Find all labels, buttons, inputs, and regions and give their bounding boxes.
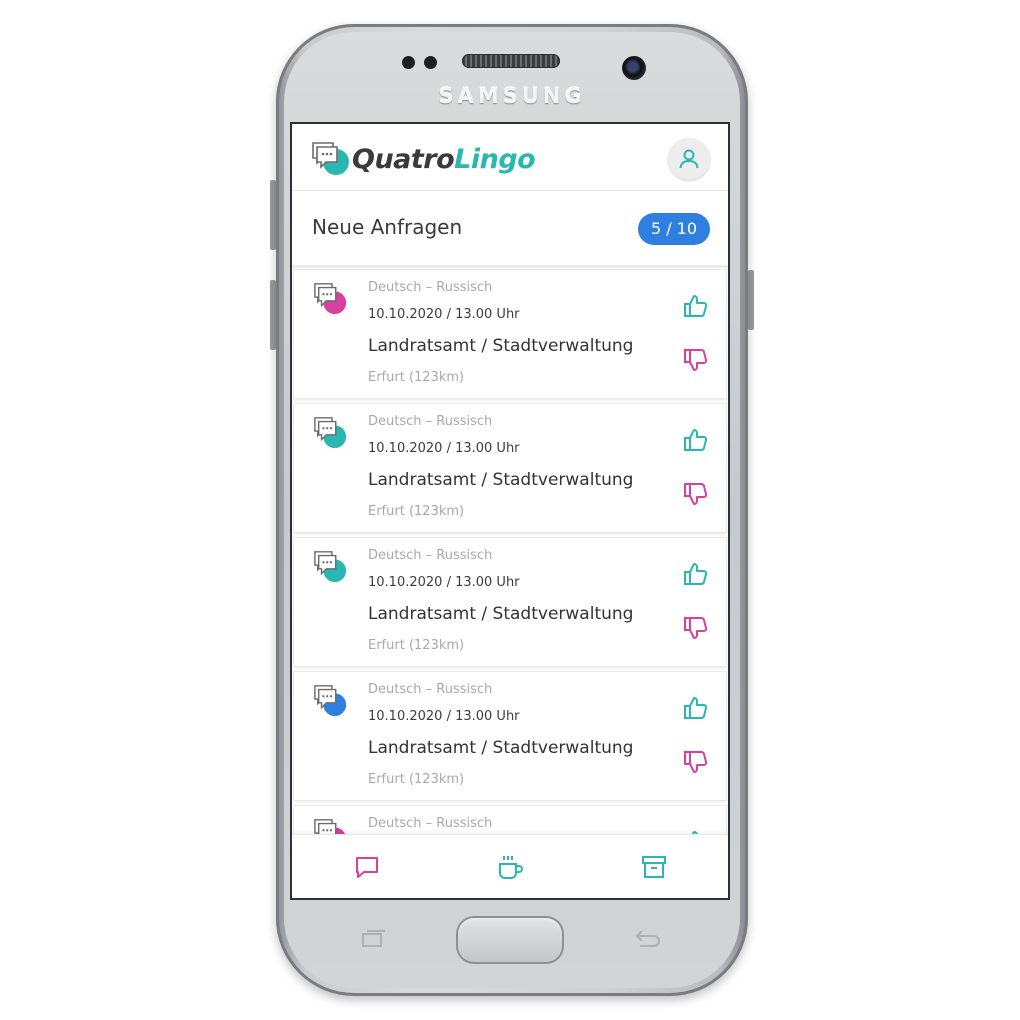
device-brand: SAMSUNG: [438, 84, 586, 108]
power-button: [748, 270, 754, 330]
request-place: Landratsamt / Stadtverwaltung: [368, 470, 634, 490]
request-city: Erfurt (123km): [368, 638, 465, 653]
thumbs-up-icon[interactable]: [682, 292, 710, 320]
request-datetime: 10.10.2020 / 13.00 Uhr: [368, 709, 520, 724]
request-type-icon: [314, 417, 347, 449]
request-datetime: 10.10.2020 / 13.00 Uhr: [368, 575, 520, 590]
request-city: Erfurt (123km): [368, 504, 465, 519]
request-place: Landratsamt / Stadtverwaltung: [368, 336, 634, 356]
user-icon: [679, 149, 699, 169]
request-type-icon: [314, 283, 347, 315]
thumbs-down-icon[interactable]: [682, 614, 710, 642]
request-languages: Deutsch – Russisch: [368, 816, 493, 831]
app-screen: QuatroLingo Neue Anfragen 5 / 10 Deutsch…: [292, 124, 728, 898]
request-city: Erfurt (123km): [368, 772, 465, 787]
request-card[interactable]: Deutsch – Russisch 10.10.2020 / 13.00 Uhr…: [294, 538, 726, 666]
request-languages: Deutsch – Russisch: [368, 682, 493, 697]
request-type-icon: [314, 551, 347, 583]
quatrolingo-logo-icon: [312, 142, 349, 175]
logo-part-2: Lingo: [454, 144, 536, 175]
archive-box-icon[interactable]: [640, 853, 668, 881]
request-type-icon: [314, 685, 347, 717]
request-place: Landratsamt / Stadtverwaltung: [368, 738, 634, 758]
app-logo-text: QuatroLingo: [352, 144, 536, 175]
request-card[interactable]: Deutsch – Russisch 10.10.2020 / 13.00 Uhr…: [294, 270, 726, 398]
request-card[interactable]: Deutsch – Russisch 10.10.2020 / 13.00 Uhr…: [294, 404, 726, 532]
earpiece-speaker: [462, 54, 560, 68]
request-card[interactable]: Deutsch – Russisch 10.10.2020 / 13.00 Uhr…: [294, 672, 726, 800]
recent-apps-key-icon[interactable]: [360, 930, 386, 954]
bottom-navigation: [292, 834, 728, 898]
logo-part-1: Quatro: [352, 144, 455, 175]
thumbs-down-icon[interactable]: [682, 346, 710, 374]
thumbs-up-icon[interactable]: [682, 426, 710, 454]
front-camera: [622, 56, 646, 80]
request-counter-badge: 5 / 10: [638, 213, 710, 245]
thumbs-up-icon[interactable]: [682, 560, 710, 588]
section-title: Neue Anfragen: [312, 215, 463, 239]
thumbs-down-icon[interactable]: [682, 748, 710, 776]
request-datetime: 10.10.2020 / 13.00 Uhr: [368, 441, 520, 456]
request-languages: Deutsch – Russisch: [368, 414, 493, 429]
request-list: Deutsch – Russisch 10.10.2020 / 13.00 Uhr…: [292, 270, 728, 898]
chat-icon[interactable]: [353, 853, 381, 881]
proximity-sensor: [402, 56, 415, 69]
thumbs-up-icon[interactable]: [682, 694, 710, 722]
request-datetime: 10.10.2020 / 13.00 Uhr: [368, 307, 520, 322]
profile-button[interactable]: [668, 138, 710, 180]
back-key-icon[interactable]: [632, 930, 660, 954]
request-languages: Deutsch – Russisch: [368, 280, 493, 295]
request-languages: Deutsch – Russisch: [368, 548, 493, 563]
coffee-cup-icon[interactable]: [496, 853, 524, 881]
request-place: Landratsamt / Stadtverwaltung: [368, 604, 634, 624]
light-sensor: [424, 56, 437, 69]
section-header: Neue Anfragen 5 / 10: [292, 191, 728, 268]
thumbs-down-icon[interactable]: [682, 480, 710, 508]
home-button[interactable]: [456, 916, 564, 964]
request-city: Erfurt (123km): [368, 370, 465, 385]
app-header: QuatroLingo: [292, 124, 728, 191]
